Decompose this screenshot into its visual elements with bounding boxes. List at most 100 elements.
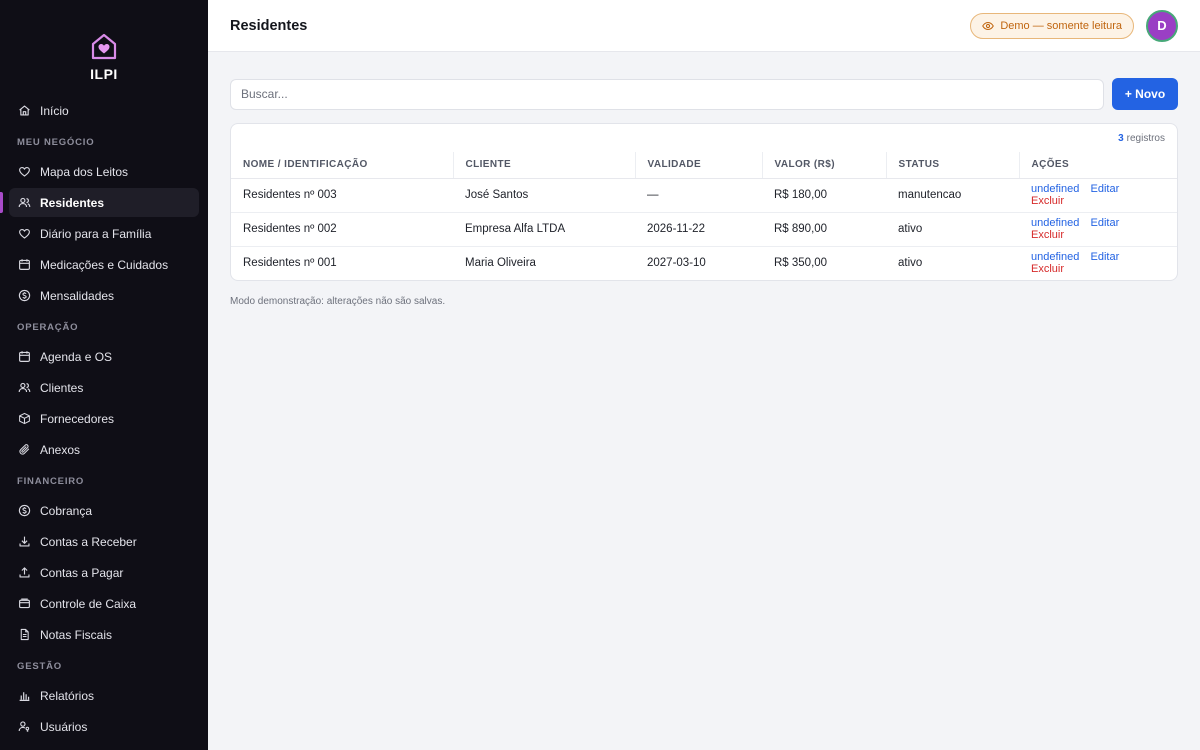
sidebar-section-title: MEU NEGÓCIO bbox=[17, 136, 95, 148]
table-header-row: NOME / IDENTIFICAÇÃO CLIENTE VALIDADE VA… bbox=[231, 152, 1177, 179]
undefined-action-link[interactable]: undefined bbox=[1031, 217, 1079, 229]
cell-name: Residentes nº 001 bbox=[243, 257, 337, 270]
delete-link[interactable]: Excluir bbox=[1031, 229, 1064, 241]
sidebar-section-title: GESTÃO bbox=[17, 660, 62, 672]
sidebar-item-agenda-e-os[interactable]: Agenda e OS bbox=[9, 342, 199, 371]
sidebar-item-inicio[interactable]: Início bbox=[9, 96, 199, 125]
delete-link[interactable]: Excluir bbox=[1031, 195, 1064, 207]
edit-link[interactable]: Editar bbox=[1091, 251, 1120, 263]
cell-value: R$ 180,00 bbox=[762, 178, 886, 213]
page-title: Residentes bbox=[230, 17, 308, 34]
sidebar-item-cobranca[interactable]: Cobrança bbox=[9, 496, 199, 525]
upload-icon bbox=[18, 566, 31, 579]
sidebar-item-label: Relatórios bbox=[40, 688, 95, 703]
residents-table: NOME / IDENTIFICAÇÃO CLIENTE VALIDADE VA… bbox=[231, 152, 1177, 280]
cell-name: Residentes nº 002 bbox=[231, 212, 453, 247]
dollar-circle-icon bbox=[18, 504, 31, 517]
record-count: 3 registros bbox=[231, 124, 1177, 152]
sidebar-item-mapa-dos-leitos[interactable]: Mapa dos Leitos bbox=[9, 157, 199, 186]
sidebar-item-label: Agenda e OS bbox=[40, 349, 113, 364]
demo-badge-label: Demo — somente leitura bbox=[1000, 19, 1122, 32]
home-icon bbox=[18, 104, 31, 117]
sidebar-item-label: Contas a Receber bbox=[40, 534, 137, 549]
paperclip-icon bbox=[18, 443, 31, 456]
sidebar-item-fornecedores[interactable]: Fornecedores bbox=[9, 404, 199, 433]
toolbar: + Novo bbox=[230, 78, 1178, 110]
table-row: Residentes nº 003 José Santos — R$ 180,0… bbox=[231, 178, 1177, 213]
sidebar-item-usuarios[interactable]: Usuários bbox=[9, 712, 199, 741]
brand-name: ILPI bbox=[90, 66, 118, 82]
sidebar-item-medicacoes-e-cuidados[interactable]: Medicações e Cuidados bbox=[9, 250, 199, 279]
new-button[interactable]: + Novo bbox=[1112, 78, 1178, 110]
sidebar-item-label: Controle de Caixa bbox=[40, 596, 137, 611]
edit-link[interactable]: Editar bbox=[1091, 217, 1120, 229]
bar-chart-icon bbox=[18, 689, 31, 702]
cell-validity: 2027-03-10 bbox=[647, 257, 706, 270]
sidebar-section-title: FINANCEIRO bbox=[17, 475, 85, 487]
column-header-name[interactable]: NOME / IDENTIFICAÇÃO bbox=[231, 152, 454, 179]
users-icon bbox=[18, 196, 31, 209]
sidebar-item-label: Medicações e Cuidados bbox=[40, 257, 169, 272]
sidebar-item-label: Clientes bbox=[40, 380, 84, 395]
sidebar-item-clientes[interactable]: Clientes bbox=[9, 373, 199, 402]
cell-client: José Santos bbox=[453, 178, 635, 213]
undefined-action-link[interactable]: undefined bbox=[1031, 251, 1079, 263]
sidebar-item-controle-de-caixa[interactable]: Controle de Caixa bbox=[9, 589, 199, 618]
sidebar-item-notas-fiscais[interactable]: Notas Fiscais bbox=[9, 620, 199, 649]
house-heart-logo-icon bbox=[89, 31, 119, 61]
sidebar-nav: Início MEU NEGÓCIO Mapa dos Leitos Resid… bbox=[0, 96, 208, 741]
sidebar-item-residentes[interactable]: Residentes bbox=[0, 188, 199, 217]
sidebar-item-relatorios[interactable]: Relatórios bbox=[9, 681, 199, 710]
record-count-value: 3 bbox=[1118, 132, 1124, 144]
heart-icon bbox=[18, 227, 31, 240]
download-icon bbox=[18, 535, 31, 548]
sidebar-item-label: Cobrança bbox=[40, 503, 93, 518]
calendar-icon bbox=[18, 350, 31, 363]
cell-validity: — bbox=[635, 178, 762, 213]
record-count-label: registros bbox=[1126, 132, 1165, 144]
demo-mode-badge: Demo — somente leitura bbox=[970, 12, 1134, 39]
edit-link[interactable]: Editar bbox=[1091, 183, 1120, 195]
column-header-value[interactable]: VALOR (R$) bbox=[762, 152, 887, 179]
content: + Novo 3 registros NOME / IDENTIFICAÇÃO … bbox=[208, 52, 1200, 307]
users-icon bbox=[18, 381, 31, 394]
sidebar-item-label: Diário para a Família bbox=[40, 226, 152, 241]
eye-icon bbox=[982, 20, 995, 32]
sidebar-section-title: OPERAÇÃO bbox=[17, 321, 79, 333]
sidebar-item-contas-a-pagar[interactable]: Contas a Pagar bbox=[9, 558, 199, 587]
column-header-status[interactable]: STATUS bbox=[886, 152, 1020, 179]
sidebar-item-anexos[interactable]: Anexos bbox=[9, 435, 199, 464]
delete-link[interactable]: Excluir bbox=[1031, 263, 1064, 275]
sidebar-item-label: Fornecedores bbox=[40, 411, 115, 426]
table-row: Residentes nº 002 Empresa Alfa LTDA 2026… bbox=[231, 212, 1177, 247]
column-header-validity[interactable]: VALIDADE bbox=[635, 152, 763, 179]
undefined-action-link[interactable]: undefined bbox=[1031, 183, 1079, 195]
table-row: Residentes nº 001 Maria Oliveira 2027-03… bbox=[231, 246, 1177, 280]
column-header-client[interactable]: CLIENTE bbox=[453, 152, 636, 179]
main-area: Residentes Demo — somente leitura D + No… bbox=[208, 0, 1200, 750]
cell-actions: undefined Editar Excluir bbox=[1019, 178, 1177, 213]
sidebar-item-label: Anexos bbox=[40, 442, 81, 457]
sidebar-item-label: Residentes bbox=[40, 195, 105, 210]
user-key-icon bbox=[18, 720, 31, 733]
cell-status: ativo bbox=[886, 212, 1019, 247]
sidebar: ILPI Início MEU NEGÓCIO Mapa dos Leitos bbox=[0, 0, 208, 750]
sidebar-item-diario-para-a-familia[interactable]: Diário para a Família bbox=[9, 219, 199, 248]
demo-footnote: Modo demonstração: alterações não são sa… bbox=[230, 296, 446, 307]
cell-status: manutencao bbox=[886, 178, 1019, 213]
sidebar-item-label: Usuários bbox=[40, 719, 88, 734]
document-icon bbox=[18, 628, 31, 641]
sidebar-item-label: Notas Fiscais bbox=[40, 627, 113, 642]
search-input[interactable] bbox=[230, 78, 1104, 110]
sidebar-item-contas-a-receber[interactable]: Contas a Receber bbox=[9, 527, 199, 556]
sidebar-item-label: Início bbox=[40, 103, 69, 118]
residents-table-card: 3 registros NOME / IDENTIFICAÇÃO CLIENTE… bbox=[230, 123, 1178, 281]
sidebar-item-label: Mensalidades bbox=[40, 288, 115, 303]
cell-actions: undefined Editar Excluir bbox=[1019, 246, 1177, 280]
cell-status: ativo bbox=[898, 257, 923, 270]
header-right: Demo — somente leitura D bbox=[970, 9, 1178, 42]
sidebar-item-mensalidades[interactable]: Mensalidades bbox=[9, 281, 199, 310]
brand[interactable]: ILPI bbox=[0, 0, 208, 96]
user-avatar[interactable]: D bbox=[1146, 9, 1178, 42]
sidebar-item-label: Mapa dos Leitos bbox=[40, 164, 129, 179]
